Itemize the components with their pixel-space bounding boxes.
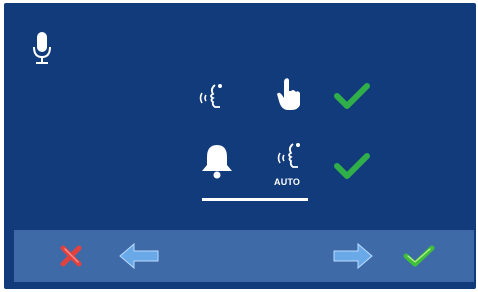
forward-arrow-icon (330, 242, 374, 270)
bottom-toolbar (14, 230, 474, 282)
hand-press-icon[interactable] (276, 77, 302, 111)
selection-underline (202, 198, 308, 201)
back-arrow-icon (118, 242, 162, 270)
check-icon[interactable] (334, 153, 370, 181)
forward-button[interactable] (330, 230, 374, 282)
speak-icon[interactable] (274, 139, 304, 171)
confirm-button[interactable] (400, 230, 438, 282)
auto-label: AUTO (274, 177, 301, 187)
cancel-icon (59, 244, 83, 268)
microphone-icon (32, 31, 52, 65)
check-icon[interactable] (334, 83, 370, 111)
cancel-button[interactable] (54, 230, 88, 282)
back-button[interactable] (118, 230, 162, 282)
speak-icon[interactable] (196, 81, 226, 111)
confirm-check-icon (403, 244, 435, 268)
bell-icon[interactable] (200, 143, 234, 179)
